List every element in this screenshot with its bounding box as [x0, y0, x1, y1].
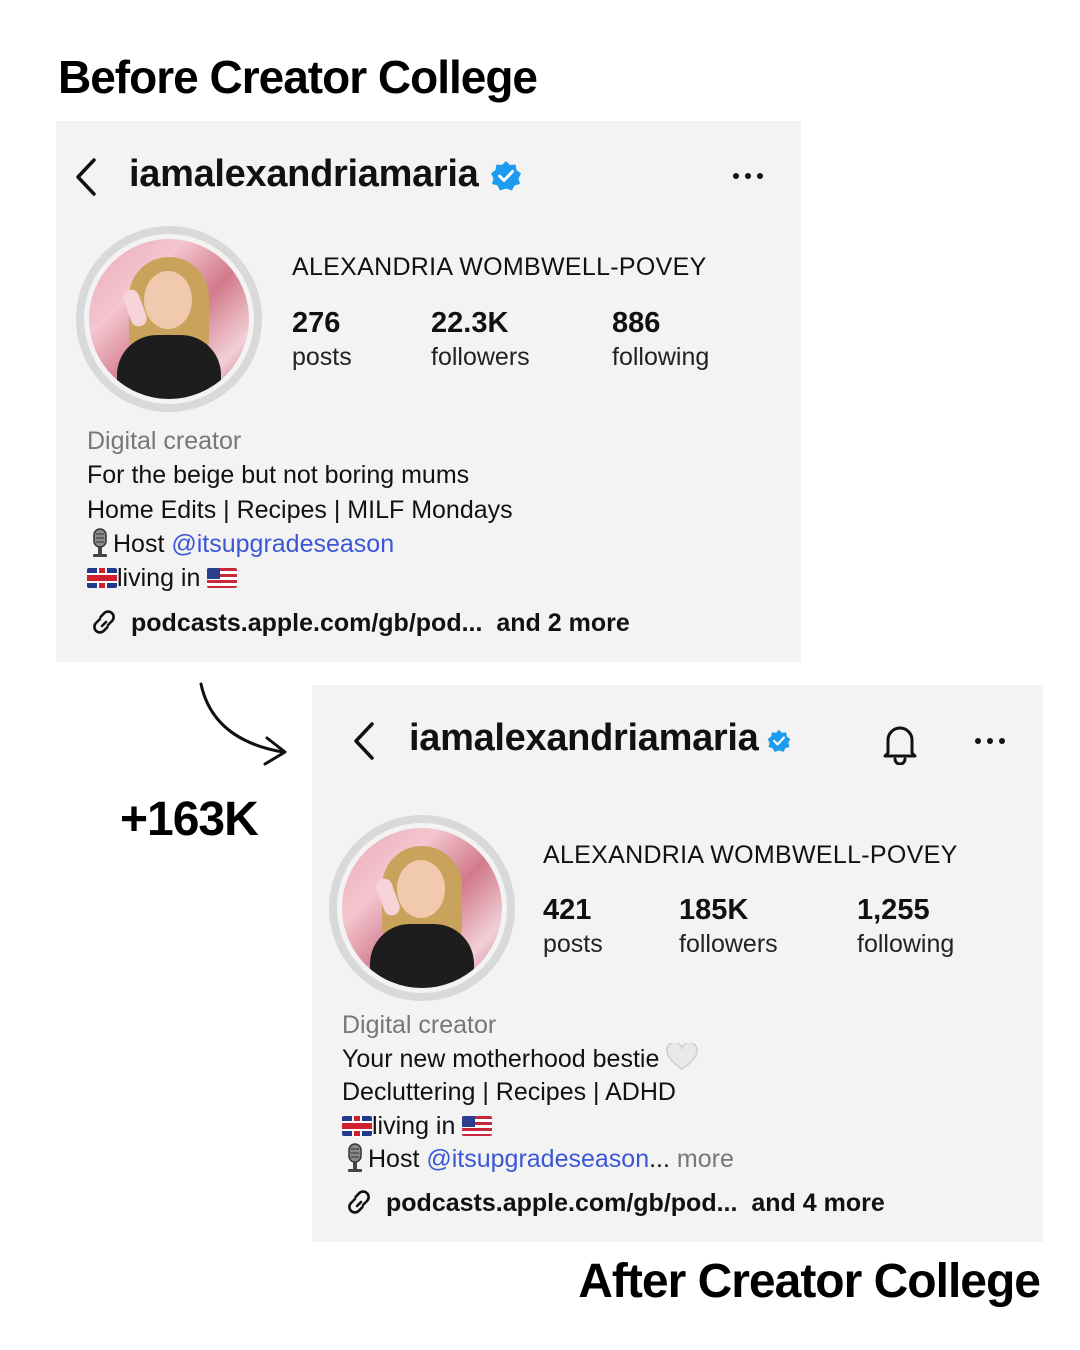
profile-username: iamalexandriamaria [129, 153, 479, 195]
host-prefix: Host [113, 529, 172, 558]
bio-line: For the beige but not boring mums [87, 461, 470, 490]
full-name: ALEXANDRIA WOMBWELL-POVEY [543, 841, 958, 869]
more-icon[interactable] [732, 172, 764, 180]
bio-line-text: Your new motherhood bestie [342, 1044, 667, 1073]
more-icon[interactable] [974, 737, 1006, 745]
profile-card-after: iamalexandriamaria ALEXANDRIA WOMBWELL-P… [312, 685, 1043, 1242]
after-heading: After Creator College [578, 1255, 1041, 1308]
stat-label: followers [431, 343, 530, 371]
bio-link-row[interactable]: podcasts.apple.com/gb/pod... and 2 more [87, 607, 630, 638]
bio-host-line: Host @itsupgradeseason... more [342, 1143, 734, 1177]
us-flag-icon [462, 1115, 493, 1136]
host-mention-link[interactable]: @itsupgradeseason [171, 530, 394, 558]
bio-line: Home Edits | Recipes | MILF Mondays [87, 495, 513, 524]
stat-following[interactable]: 886 following [612, 306, 709, 374]
host-mention-link[interactable]: @itsupgradeseason [426, 1145, 649, 1173]
stat-followers[interactable]: 185K followers [679, 893, 778, 961]
us-flag-icon [207, 568, 238, 589]
bio-ellipsis: ... [649, 1145, 670, 1174]
bio-host-line: Host @itsupgradeseason [87, 527, 513, 561]
uk-flag-icon [342, 1115, 372, 1136]
link-extra[interactable]: and 2 more [496, 609, 629, 637]
bio-living-line: living in [87, 561, 513, 595]
stat-label: followers [679, 930, 778, 958]
living-text: living in [372, 1111, 463, 1140]
profile-card-before: iamalexandriamaria ALEXANDRIA WOMBWELL-P… [56, 121, 801, 662]
stat-value: 886 [612, 307, 661, 339]
stat-label: posts [292, 343, 352, 371]
bio-living-line: living in [342, 1110, 734, 1144]
stat-value: 421 [543, 894, 592, 926]
bio-more-link[interactable]: more [670, 1145, 734, 1173]
back-icon[interactable] [74, 157, 98, 197]
stat-value: 1,255 [857, 894, 930, 926]
white-heart-icon [666, 1042, 699, 1070]
host-prefix: Host [368, 1145, 427, 1174]
stat-value: 22.3K [431, 307, 509, 339]
bio-line: Your new motherhood bestie [342, 1042, 734, 1077]
microphone-icon [348, 1143, 362, 1173]
stat-label: posts [543, 930, 603, 958]
verified-icon [767, 729, 791, 752]
avatar[interactable] [329, 815, 515, 1001]
microphone-icon [93, 528, 107, 557]
stat-value: 185K [679, 894, 749, 926]
bell-icon[interactable] [880, 721, 920, 765]
bio-line: Decluttering | Recipes | ADHD [342, 1078, 676, 1107]
stat-label: following [857, 930, 955, 958]
category-label: Digital creator [342, 1011, 497, 1039]
link-icon [93, 610, 115, 634]
link-icon [348, 1190, 370, 1214]
before-heading: Before Creator College [58, 51, 538, 103]
bio: Digital creator For the beige but not bo… [87, 424, 513, 595]
link-extra[interactable]: and 4 more [751, 1189, 884, 1217]
uk-flag-icon [87, 568, 117, 589]
stat-posts[interactable]: 276 posts [292, 306, 352, 374]
category-label: Digital creator [87, 427, 242, 455]
avatar[interactable] [76, 226, 262, 412]
verified-icon [491, 161, 521, 191]
living-text: living in [117, 564, 208, 593]
back-icon[interactable] [352, 721, 376, 761]
link-url[interactable]: podcasts.apple.com/gb/pod... [131, 609, 482, 637]
bio-link-row[interactable]: podcasts.apple.com/gb/pod... and 4 more [342, 1187, 885, 1218]
link-url[interactable]: podcasts.apple.com/gb/pod... [386, 1189, 737, 1217]
profile-username: iamalexandriamaria [409, 717, 759, 759]
stat-value: 276 [292, 307, 341, 339]
stat-following[interactable]: 1,255 following [857, 893, 954, 961]
stat-followers[interactable]: 22.3K followers [431, 306, 530, 374]
stat-label: following [612, 343, 710, 371]
follower-growth-label: +163K [120, 793, 259, 846]
bio: Digital creator Your new motherhood best… [342, 1009, 734, 1177]
full-name: ALEXANDRIA WOMBWELL-POVEY [292, 253, 707, 281]
stat-posts[interactable]: 421 posts [543, 893, 603, 961]
curved-arrow-icon [199, 682, 287, 766]
